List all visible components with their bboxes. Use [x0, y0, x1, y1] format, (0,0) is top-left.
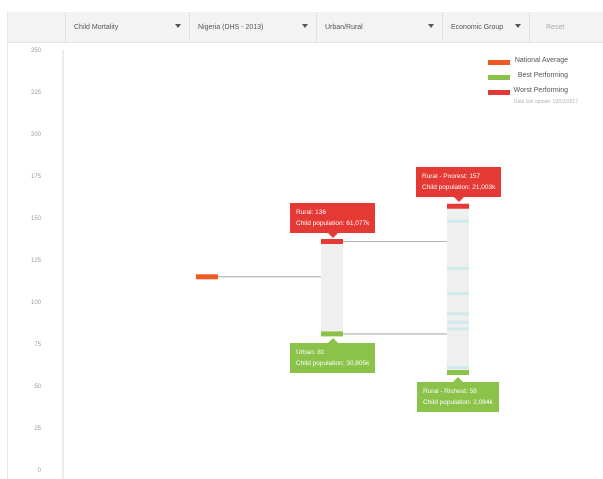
y-tick-label: 50: [34, 384, 41, 390]
tooltip-title: Rural - Poorest: 157: [422, 173, 481, 180]
y-tick-label: 175: [31, 174, 42, 180]
legend-swatch-worst: [488, 90, 510, 95]
best-marker-0: [321, 331, 343, 337]
legend-item-national-average: National Average: [488, 56, 598, 71]
range-bar-0: [321, 241, 343, 334]
tooltip-title: Rural: 136: [296, 209, 326, 216]
legend-swatch-best: [488, 75, 510, 80]
y-tick-label: 200: [31, 132, 42, 138]
tooltip-pointer: [453, 197, 464, 202]
chart-panel: Child Mortality Nigeria (DHS - 2013) Urb…: [7, 12, 603, 479]
subgroup-marker: [447, 312, 469, 316]
national-average-marker: [196, 274, 218, 280]
tooltip-pointer: [452, 377, 463, 382]
subgroup-marker: [447, 219, 469, 223]
legend-label-best: Best Performing: [517, 72, 568, 79]
y-tick-label: 225: [31, 90, 42, 96]
tooltip-economic-best: Rural - Richest: 58 Child population: 2,…: [417, 377, 499, 412]
tooltip-economic-worst: Rural - Poorest: 157 Child population: 2…: [416, 167, 502, 202]
legend-swatch-national: [488, 60, 510, 65]
tooltip-population: Child population: 30,805k: [296, 360, 370, 367]
y-tick-label: 100: [31, 300, 42, 306]
range-bar-1: [447, 206, 469, 373]
subgroup-marker: [447, 320, 469, 324]
legend-label-worst: Worst Performing: [513, 87, 568, 94]
tooltip-title: Urban: 81: [296, 349, 325, 356]
last-updated-note: Data last update: 03/03/2017: [513, 99, 578, 105]
worst-marker-1: [447, 203, 469, 209]
legend-label-national: National Average: [514, 57, 568, 64]
tooltip-pointer: [327, 233, 338, 238]
tooltip-urban-rural-best: Urban: 81 Child population: 30,805k: [290, 338, 376, 373]
subgroup-marker: [447, 366, 469, 370]
tooltip-title: Rural - Richest: 58: [423, 388, 477, 395]
best-marker-1: [447, 370, 469, 376]
y-tick-label: 125: [31, 258, 42, 264]
y-tick-label: 250: [31, 48, 42, 54]
y-tick-label: 25: [34, 426, 41, 432]
tooltip-urban-rural-worst: Rural: 136 Child population: 61,077k: [290, 203, 376, 238]
legend: National Average Best Performing Worst P…: [488, 56, 598, 101]
tooltip-population: Child population: 2,084k: [423, 399, 493, 406]
worst-marker-0: [321, 239, 343, 245]
legend-item-best-performing: Best Performing: [488, 71, 598, 86]
subgroup-marker: [447, 327, 469, 331]
subgroup-marker: [447, 292, 469, 296]
y-tick-label: 75: [34, 342, 41, 348]
tooltip-population: Child population: 21,003k: [422, 184, 496, 191]
tooltip-pointer: [327, 338, 338, 343]
y-tick-label: 0: [38, 468, 42, 474]
subgroup-marker: [447, 266, 469, 270]
y-tick-label: 150: [31, 216, 42, 222]
tooltip-population: Child population: 61,077k: [296, 220, 370, 227]
